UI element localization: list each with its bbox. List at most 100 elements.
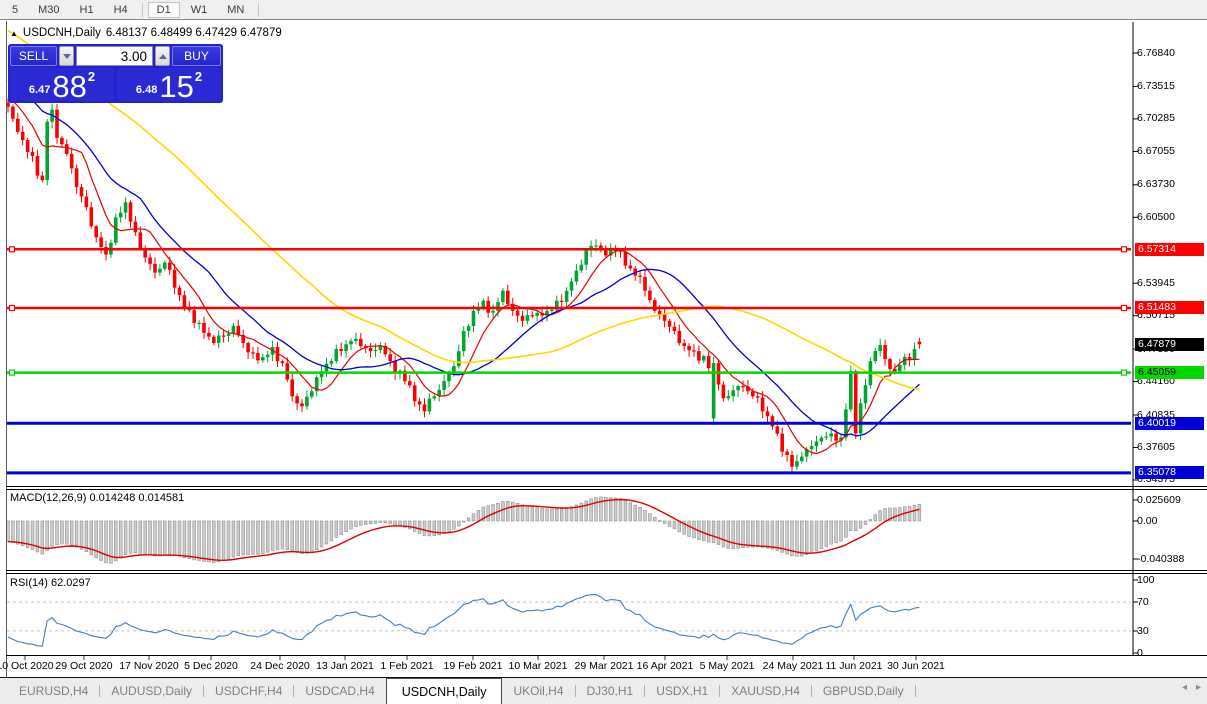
- buy-button[interactable]: BUY: [172, 46, 221, 66]
- volume-decrease-button[interactable]: [59, 46, 74, 66]
- tab-scroll-left-icon[interactable]: ◂: [1182, 682, 1187, 693]
- chart-title-bar: ▲ USDCNH,Daily 6.48137 6.48499 6.47429 6…: [10, 27, 282, 39]
- volume-input[interactable]: [76, 46, 153, 66]
- date-axis-label: 24 May 2021: [763, 660, 824, 672]
- price-axis-label: 6.53945: [1137, 277, 1203, 290]
- macd-panel: [7, 497, 921, 563]
- ask-price-point: 2: [195, 69, 202, 84]
- macd-indicator-label: MACD(12,26,9) 0.014248 0.014581: [10, 492, 184, 504]
- toolbar-separator: [142, 3, 143, 17]
- date-axis-label: 29 Oct 2020: [55, 660, 112, 672]
- tab-scroll-arrows: ◂ ▸: [1182, 682, 1201, 693]
- bid-price-major: 6.47: [29, 84, 50, 96]
- price-level-tag: 6.45059: [1135, 366, 1204, 379]
- horizontal-level-lines: [7, 247, 1131, 473]
- tab-separator: [915, 685, 916, 697]
- rsi-bottom-border: [6, 655, 1207, 656]
- timeframe-button-mn[interactable]: MN: [218, 2, 253, 18]
- date-axis-label: 24 Dec 2020: [250, 660, 310, 672]
- tab-ukoil[interactable]: UKOil,H4: [502, 678, 574, 704]
- splitter-macd-rsi-2: [6, 573, 1207, 574]
- toolbar-separator: [258, 3, 259, 17]
- price-level-tag: 6.57314: [1135, 243, 1204, 256]
- mt4-terminal: { "toolbar": { "timeframes": [ {"label":…: [0, 0, 1207, 704]
- price-axis-label: 6.76840: [1137, 47, 1203, 60]
- macd-histogram: [7, 497, 921, 563]
- tab-usdcad[interactable]: USDCAD,H4: [294, 678, 385, 704]
- chart-ohlc-values: 6.48137 6.48499 6.47429 6.47879: [106, 27, 282, 39]
- splitter-macd-rsi[interactable]: [6, 570, 1207, 571]
- date-axis-label: 11 Jun 2021: [825, 660, 882, 672]
- price-level-tag: 6.47879: [1135, 338, 1204, 351]
- date-axis-label: 10 Oct 2020: [0, 660, 54, 672]
- date-axis-label: 13 Jan 2021: [316, 660, 374, 672]
- bid-price-pips: 88: [52, 73, 86, 100]
- price-level-tag: 6.40019: [1135, 417, 1204, 430]
- tab-usdcnh[interactable]: USDCNH,Daily: [386, 678, 503, 704]
- candlestick-series: [6, 98, 921, 472]
- bid-price-point: 2: [88, 69, 95, 84]
- ma-mid-line: [8, 80, 919, 436]
- tab-usdchf[interactable]: USDCHF,H4: [204, 678, 293, 704]
- macd-signal-line: [8, 500, 919, 561]
- splitter-main-macd-2: [6, 489, 1207, 490]
- rsi-scale-label: 100: [1137, 574, 1205, 587]
- tab-eurusd[interactable]: EURUSD,H4: [8, 678, 99, 704]
- rsi-scale-label: 70: [1137, 596, 1205, 609]
- price-axis-label: 6.67055: [1137, 145, 1203, 158]
- ma-fast-line: [8, 97, 919, 454]
- date-axis-label: 16 Apr 2021: [637, 660, 694, 672]
- timeframe-button-m30[interactable]: M30: [29, 2, 68, 18]
- volume-increase-button[interactable]: [155, 46, 170, 66]
- date-axis-label: 17 Nov 2020: [119, 660, 179, 672]
- price-level-tag: 6.51483: [1135, 301, 1204, 314]
- timeframe-button-d1[interactable]: D1: [148, 2, 180, 18]
- ask-price-display[interactable]: 6.48 15 2: [117, 68, 221, 101]
- price-axis-label: 6.60500: [1137, 211, 1203, 224]
- tab-dj30[interactable]: DJ30,H1: [576, 678, 645, 704]
- chart-canvas: [0, 0, 1207, 704]
- splitter-main-macd[interactable]: [6, 486, 1207, 487]
- date-axis-label: 29 Mar 2021: [575, 660, 634, 672]
- price-axis-label: 6.37605: [1137, 441, 1203, 454]
- rsi-scale-label: 30: [1137, 625, 1205, 638]
- chart-tab-bar: EURUSD,H4AUDUSD,DailyUSDCHF,H4USDCAD,H4U…: [0, 678, 1207, 704]
- rsi-line: [8, 595, 919, 647]
- collapse-trade-panel-icon[interactable]: ▲: [10, 29, 18, 38]
- price-axis-label: 6.63730: [1137, 178, 1203, 191]
- ask-price-pips: 15: [159, 73, 193, 100]
- date-axis-label: 1 Feb 2021: [380, 660, 433, 672]
- chart-window-left-border: [6, 21, 7, 677]
- axes: [25, 22, 1138, 660]
- tab-gbpusd[interactable]: GBPUSD,Daily: [812, 678, 915, 704]
- timeframe-button-5[interactable]: 5: [3, 2, 27, 18]
- timeframe-button-h1[interactable]: H1: [71, 2, 103, 18]
- date-axis-label: 19 Feb 2021: [444, 660, 503, 672]
- macd-scale-label: 0.00: [1137, 515, 1205, 528]
- date-axis-label: 5 May 2021: [700, 660, 755, 672]
- tab-usdx[interactable]: USDX,H1: [645, 678, 719, 704]
- timeframe-button-w1[interactable]: W1: [182, 2, 217, 18]
- sell-button[interactable]: SELL: [10, 46, 57, 66]
- tab-audusd[interactable]: AUDUSD,Daily: [100, 678, 203, 704]
- rsi-panel: [7, 595, 1131, 647]
- price-axis-label: 6.73515: [1137, 80, 1203, 93]
- date-axis-label: 30 Jun 2021: [887, 660, 945, 672]
- timeframe-button-h4[interactable]: H4: [105, 2, 137, 18]
- tab-scroll-right-icon[interactable]: ▸: [1196, 682, 1201, 693]
- chart-symbol-period: USDCNH,Daily: [23, 27, 101, 39]
- one-click-trading-panel: SELL BUY 6.47 88 2 6.48 15 2: [8, 44, 223, 103]
- tab-xauusd[interactable]: XAUUSD,H4: [720, 678, 811, 704]
- price-axis-label: 6.70285: [1137, 112, 1203, 125]
- price-level-tag: 6.35078: [1135, 466, 1204, 479]
- bid-price-display[interactable]: 6.47 88 2: [10, 68, 114, 101]
- date-axis-label: 5 Dec 2020: [184, 660, 238, 672]
- rsi-scale-label: 0: [1137, 647, 1205, 660]
- rsi-indicator-label: RSI(14) 62.0297: [10, 577, 91, 589]
- triangle-down-icon: [63, 54, 71, 59]
- macd-scale-label: 0.025609: [1137, 494, 1205, 507]
- macd-scale-label: -0.040388: [1137, 553, 1205, 566]
- timeframe-toolbar: 5M30H1H4 D1W1MN: [0, 0, 1207, 20]
- date-axis-label: 10 Mar 2021: [509, 660, 568, 672]
- ask-price-major: 6.48: [136, 84, 157, 96]
